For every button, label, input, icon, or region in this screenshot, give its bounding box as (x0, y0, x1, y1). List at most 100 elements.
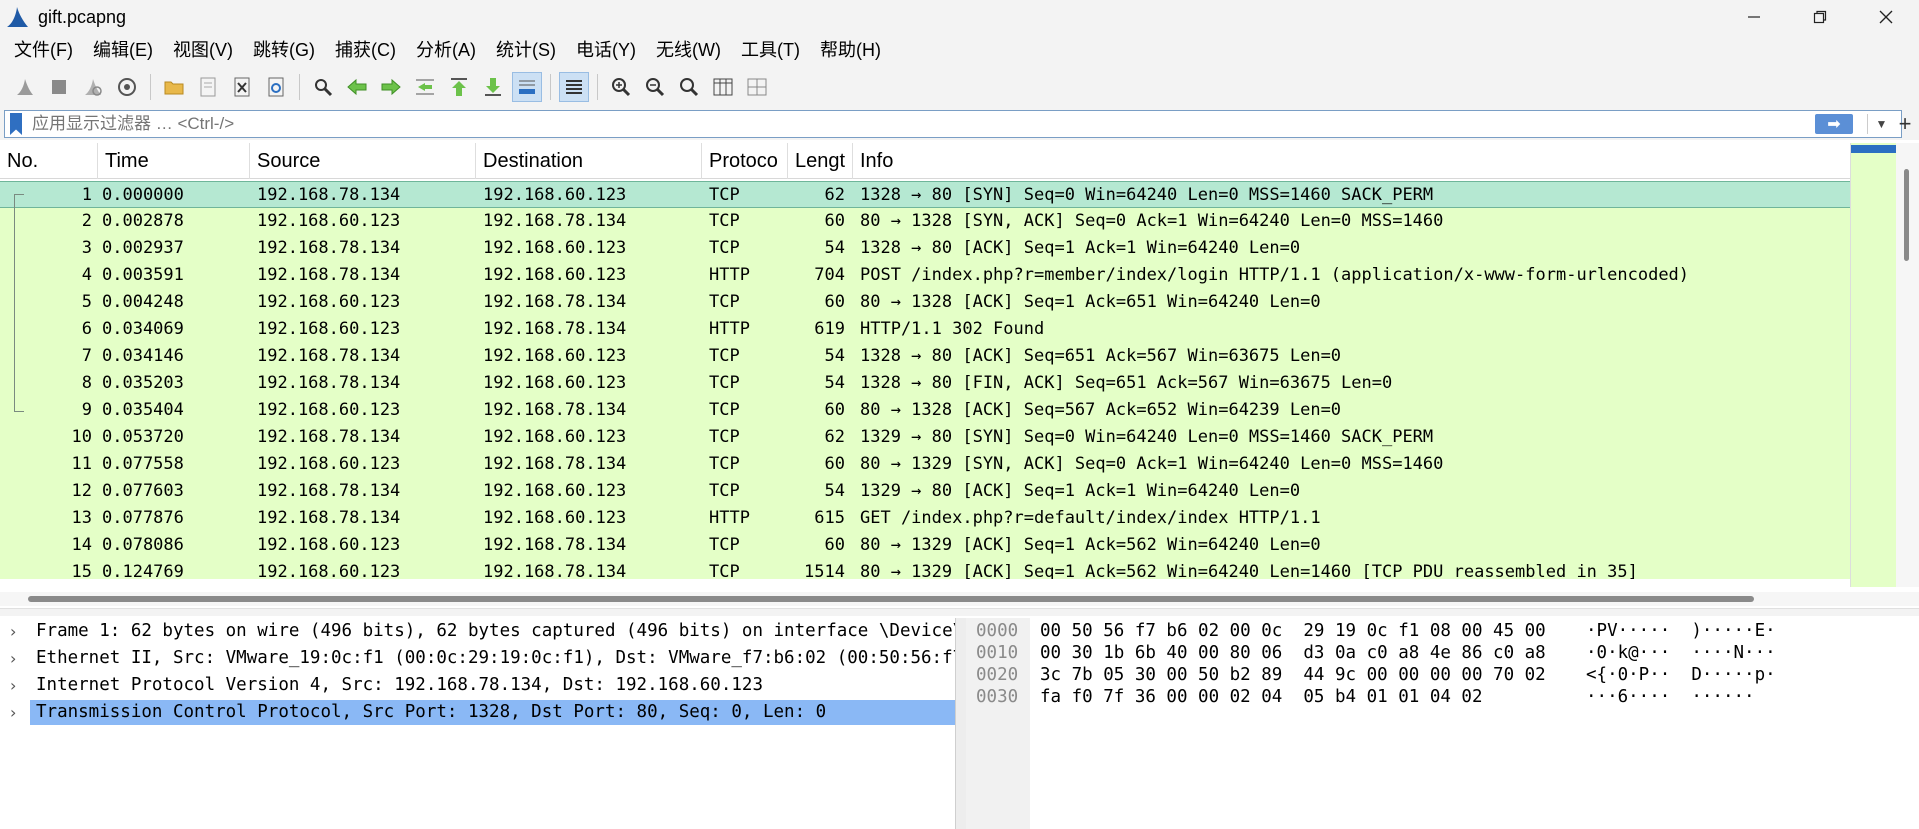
packet-protocol: TCP (709, 454, 740, 474)
column-header-destination[interactable]: Destination (476, 143, 702, 179)
packet-number: 15 (71, 562, 92, 579)
first-packet-icon[interactable] (444, 72, 474, 102)
packet-protocol: TCP (709, 481, 740, 501)
column-header-time[interactable]: Time (98, 143, 250, 179)
table-row[interactable]: 6 0.034069 192.168.60.123 192.168.78.134 HTT… (0, 316, 1850, 343)
table-row[interactable]: 5 0.004248 192.168.60.123 192.168.78.134 TCP… (0, 289, 1850, 316)
layout-pane-icon[interactable] (742, 72, 772, 102)
packet-details-tree: › Frame 1: 62 bytes on wire (496 bits), 6… (0, 618, 956, 829)
go-back-icon[interactable] (342, 72, 372, 102)
packet-length: 60 (824, 292, 845, 312)
stop-capture-icon[interactable] (44, 72, 74, 102)
menu-statistics[interactable]: 统计(S) (486, 34, 566, 66)
menu-view[interactable]: 视图(V) (163, 34, 243, 66)
column-header-length[interactable]: Lengt (788, 143, 853, 179)
column-header-source[interactable]: Source (250, 143, 476, 179)
column-header-protocol[interactable]: Protoco (702, 143, 788, 179)
column-header-no[interactable]: No. (0, 143, 98, 179)
chevron-right-icon[interactable]: › (10, 645, 26, 672)
tree-item-label: Transmission Control Protocol, Src Port:… (30, 700, 955, 725)
packet-list-vertical-scrollbar[interactable] (1896, 143, 1919, 587)
menu-analyze[interactable]: 分析(A) (406, 34, 486, 66)
packet-minimap[interactable] (1850, 143, 1897, 587)
auto-scroll-icon[interactable] (512, 72, 542, 102)
column-header-info[interactable]: Info (853, 143, 1850, 179)
pane-splitter-vertical[interactable] (956, 618, 966, 829)
pane-splitter[interactable] (0, 608, 1919, 616)
arrow-right-icon[interactable]: ➡ (1815, 114, 1853, 134)
hex-ascii[interactable]: <{·0·P·· D·····p· (1586, 664, 1776, 686)
go-to-packet-icon[interactable] (410, 72, 440, 102)
tree-item[interactable]: › Transmission Control Protocol, Src Port… (0, 699, 955, 726)
chevron-right-icon[interactable]: › (10, 672, 26, 699)
hex-offset[interactable]: 0030 (976, 686, 1018, 708)
menu-go[interactable]: 跳转(G) (243, 34, 325, 66)
table-row[interactable]: 13 0.077876 192.168.78.134 192.168.60.123 HT… (0, 505, 1850, 532)
zoom-out-icon[interactable] (640, 72, 670, 102)
hex-offset[interactable]: 0020 (976, 664, 1018, 686)
find-packet-icon[interactable] (308, 72, 338, 102)
table-row[interactable]: 10 0.053720 192.168.78.134 192.168.60.123 TC… (0, 424, 1850, 451)
hex-bytes[interactable]: 00 50 56 f7 b6 02 00 0c 29 19 0c f1 08 0… (1040, 620, 1546, 642)
table-row[interactable]: 4 0.003591 192.168.78.134 192.168.60.123 HTT… (0, 262, 1850, 289)
table-row[interactable]: 15 0.124769 192.168.60.123 192.168.78.134 TC… (0, 559, 1850, 579)
bookmark-icon[interactable] (10, 113, 22, 135)
table-row[interactable]: 3 0.002937 192.168.78.134 192.168.60.123 TCP… (0, 235, 1850, 262)
open-file-icon[interactable] (159, 72, 189, 102)
hex-offset[interactable]: 0010 (976, 642, 1018, 664)
table-row[interactable]: 1 0.000000 192.168.78.134 192.168.60.123 TCP… (0, 181, 1850, 208)
hex-ascii[interactable]: ·PV····· )·····E· (1586, 620, 1776, 642)
menu-edit[interactable]: 编辑(E) (83, 34, 163, 66)
close-file-icon[interactable] (227, 72, 257, 102)
table-row[interactable]: 2 0.002878 192.168.60.123 192.168.78.134 TCP… (0, 208, 1850, 235)
menu-telephony[interactable]: 电话(Y) (566, 34, 646, 66)
hex-bytes[interactable]: fa f0 7f 36 00 00 02 04 05 b4 01 01 04 0… (1040, 686, 1483, 708)
table-row[interactable]: 9 0.035404 192.168.60.123 192.168.78.134 TCP… (0, 397, 1850, 424)
table-row[interactable]: 12 0.077603 192.168.78.134 192.168.60.123 TC… (0, 478, 1850, 505)
packet-number: 12 (71, 481, 92, 501)
tree-item[interactable]: › Ethernet II, Src: VMware_19:0c:f1 (00:0… (0, 645, 955, 672)
hex-offset[interactable]: 0000 (976, 620, 1018, 642)
table-row[interactable]: 14 0.078086 192.168.60.123 192.168.78.134 TC… (0, 532, 1850, 559)
table-row[interactable]: 7 0.034146 192.168.78.134 192.168.60.123 TCP… (0, 343, 1850, 370)
zoom-in-icon[interactable] (606, 72, 636, 102)
packet-list-horizontal-scrollbar[interactable] (0, 592, 1919, 606)
resize-columns-icon[interactable] (708, 72, 738, 102)
hex-bytes[interactable]: 3c 7b 05 30 00 50 b2 89 44 9c 00 00 00 0… (1040, 664, 1546, 686)
table-row[interactable]: 11 0.077558 192.168.60.123 192.168.78.134 TC… (0, 451, 1850, 478)
display-filter-input[interactable] (32, 114, 1782, 134)
packet-number: 13 (71, 508, 92, 528)
colorize-icon[interactable] (559, 72, 589, 102)
chevron-right-icon[interactable]: › (10, 618, 26, 645)
plus-icon[interactable]: + (1895, 108, 1915, 140)
scrollbar-thumb[interactable] (28, 596, 1754, 602)
packet-time: 0.077876 (102, 508, 184, 528)
menu-capture[interactable]: 捕获(C) (325, 34, 406, 66)
table-row[interactable]: 8 0.035203 192.168.78.134 192.168.60.123 TCP… (0, 370, 1850, 397)
chevron-right-icon[interactable]: › (10, 699, 26, 726)
capture-options-icon[interactable] (112, 72, 142, 102)
hex-ascii[interactable]: ·0·k@··· ····N··· (1586, 642, 1776, 664)
chevron-down-icon[interactable]: ▼ (1867, 114, 1895, 134)
tree-item[interactable]: › Internet Protocol Version 4, Src: 192.1… (0, 672, 955, 699)
packet-destination: 192.168.78.134 (483, 454, 627, 474)
hex-bytes[interactable]: 00 30 1b 6b 40 00 80 06 d3 0a c0 a8 4e 8… (1040, 642, 1546, 664)
menu-wireless[interactable]: 无线(W) (646, 34, 731, 66)
save-file-icon[interactable] (193, 72, 223, 102)
maximize-icon[interactable] (1787, 0, 1853, 34)
restart-capture-icon[interactable] (78, 72, 108, 102)
menu-tools[interactable]: 工具(T) (731, 34, 810, 66)
last-packet-icon[interactable] (478, 72, 508, 102)
menu-help[interactable]: 帮助(H) (810, 34, 891, 66)
tree-item[interactable]: › Frame 1: 62 bytes on wire (496 bits), 6… (0, 618, 955, 645)
close-icon[interactable] (1853, 0, 1919, 34)
hex-ascii[interactable]: ···6···· ······ (1586, 686, 1755, 708)
menu-file[interactable]: 文件(F) (4, 34, 83, 66)
normal-size-icon[interactable] (674, 72, 704, 102)
minimize-icon[interactable] (1721, 0, 1787, 34)
scrollbar-thumb[interactable] (1904, 169, 1909, 261)
packet-source: 192.168.78.134 (257, 508, 401, 528)
reload-file-icon[interactable] (261, 72, 291, 102)
start-capture-icon[interactable] (10, 72, 40, 102)
go-forward-icon[interactable] (376, 72, 406, 102)
